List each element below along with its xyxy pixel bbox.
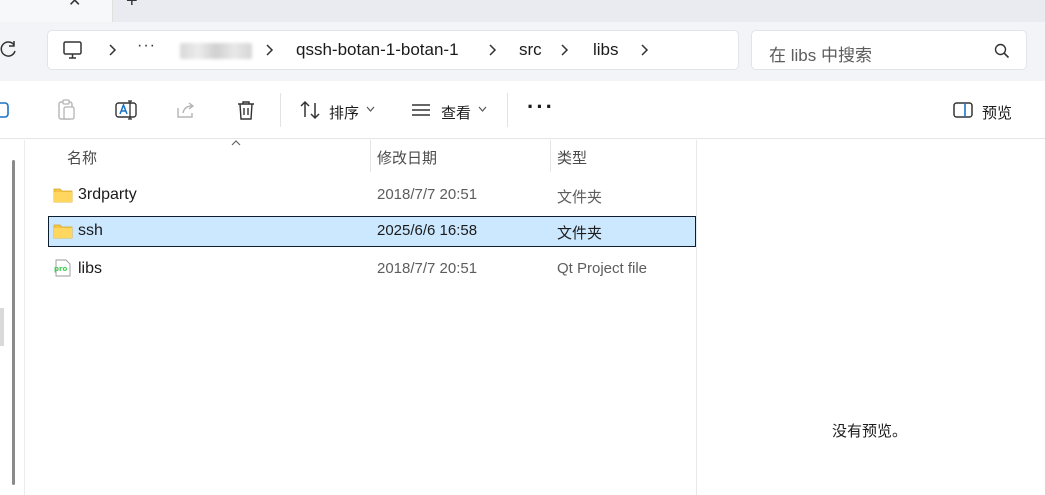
- crumb-libs[interactable]: libs: [593, 40, 619, 60]
- rename-icon[interactable]: [114, 98, 138, 122]
- chevron-right-icon[interactable]: [106, 42, 118, 58]
- file-row-ssh[interactable]: ssh 2025/6/6 16:58 文件夹: [48, 216, 696, 247]
- folder-icon: [53, 224, 73, 239]
- file-type: 文件夹: [557, 189, 603, 206]
- column-name-label: 名称: [67, 150, 98, 167]
- preview-button[interactable]: 预览: [982, 102, 1012, 123]
- file-date: 2018/7/7 20:51: [377, 186, 478, 203]
- command-bar: 排序 查看 ··· 预览: [0, 81, 1045, 139]
- chevron-right-icon[interactable]: [263, 42, 275, 58]
- close-tab-icon[interactable]: ✕: [68, 0, 81, 10]
- new-item-icon[interactable]: [0, 98, 14, 122]
- crumb-src[interactable]: src: [519, 40, 542, 60]
- navigation-pane: [0, 140, 25, 495]
- view-icon[interactable]: [409, 98, 433, 122]
- column-type-label: 类型: [557, 150, 588, 167]
- file-type: Qt Project file: [557, 260, 648, 277]
- tab-strip: ✕ +: [0, 0, 1045, 22]
- refresh-icon[interactable]: [0, 40, 18, 58]
- chevron-down-icon[interactable]: [366, 106, 375, 112]
- paste-icon[interactable]: [54, 98, 78, 122]
- preview-pane-edge: [1040, 140, 1045, 152]
- qt-pro-file-icon: pro: [54, 259, 71, 277]
- sort-icon[interactable]: [298, 98, 322, 122]
- column-date-label: 修改日期: [377, 150, 438, 167]
- column-header-type[interactable]: 类型: [550, 140, 696, 172]
- sort-ascending-icon: [231, 140, 241, 146]
- column-header-name[interactable]: 名称: [48, 140, 370, 172]
- file-row-3rdparty[interactable]: 3rdparty 2018/7/7 20:51 文件夹: [48, 180, 696, 211]
- folder-icon: [53, 188, 73, 203]
- chevron-down-icon[interactable]: [478, 106, 487, 112]
- sort-button[interactable]: 排序: [329, 102, 359, 123]
- this-pc-icon[interactable]: [62, 40, 84, 60]
- more-options-button[interactable]: ···: [527, 94, 555, 120]
- hidden-crumbs-button[interactable]: ···: [137, 37, 156, 55]
- active-tab[interactable]: ✕: [0, 0, 113, 22]
- nav-pane-item-edge[interactable]: [0, 308, 4, 346]
- file-date: 2025/6/6 16:58: [377, 222, 478, 239]
- file-name: 3rdparty: [78, 186, 137, 203]
- svg-text:pro: pro: [54, 265, 67, 273]
- delete-icon[interactable]: [234, 98, 258, 122]
- no-preview-text: 没有预览。: [832, 423, 908, 440]
- search-box[interactable]: 在 libs 中搜索: [751, 30, 1027, 70]
- file-list: 名称 修改日期 类型 3rdparty 2018/7/7 20:51 文件夹 s…: [26, 140, 696, 495]
- file-type: 文件夹: [557, 225, 603, 242]
- search-icon[interactable]: [994, 43, 1010, 59]
- chevron-right-icon[interactable]: [558, 42, 570, 58]
- preview-pane: 没有预览。: [696, 140, 1045, 495]
- new-tab-icon[interactable]: +: [126, 0, 138, 11]
- chevron-right-icon[interactable]: [638, 42, 650, 58]
- toolbar-divider: [507, 93, 508, 127]
- nav-pane-scrollbar[interactable]: [12, 160, 15, 485]
- search-placeholder: 在 libs 中搜索: [769, 46, 872, 65]
- address-bar-row: ··· qssh-botan-1-botan-1 src libs 在 libs…: [0, 22, 1045, 81]
- blurred-crumb[interactable]: [180, 43, 252, 59]
- preview-pane-icon[interactable]: [951, 98, 975, 122]
- file-name: ssh: [78, 222, 103, 239]
- file-name: libs: [78, 260, 103, 277]
- address-bar[interactable]: ··· qssh-botan-1-botan-1 src libs: [47, 30, 739, 70]
- toolbar-divider: [280, 93, 281, 127]
- view-button[interactable]: 查看: [441, 102, 471, 123]
- crumb-project[interactable]: qssh-botan-1-botan-1: [296, 40, 459, 60]
- chevron-right-icon[interactable]: [486, 42, 498, 58]
- file-row-libs[interactable]: pro libs 2018/7/7 20:51 Qt Project file: [48, 254, 696, 285]
- file-date: 2018/7/7 20:51: [377, 260, 478, 277]
- share-icon[interactable]: [174, 98, 198, 122]
- column-header-date[interactable]: 修改日期: [370, 140, 550, 172]
